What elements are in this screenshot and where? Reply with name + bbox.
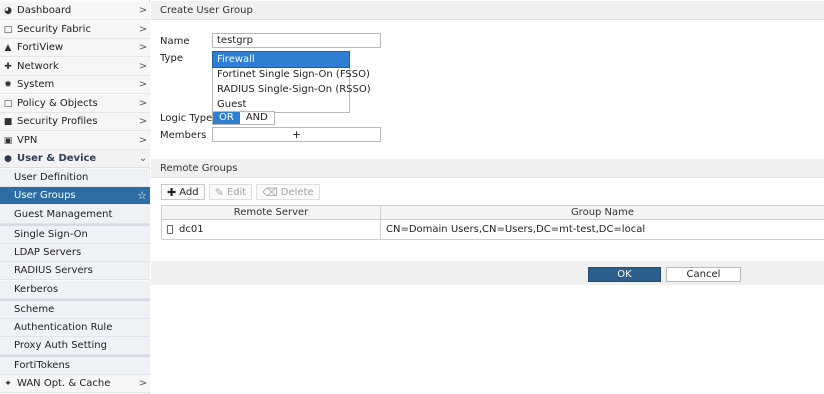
nav-user-groups[interactable]: User Groups ☆ — [0, 187, 150, 205]
chevron-right-icon: > — [138, 42, 148, 53]
monitor-icon: ▣ — [3, 135, 13, 146]
members-label: Members — [160, 130, 207, 141]
type-label: Type — [160, 53, 183, 64]
star-icon[interactable]: ☆ — [134, 189, 150, 202]
nav-fortitokens[interactable]: FortiTokens — [0, 357, 150, 375]
nav-network[interactable]: ✚ Network > — [0, 58, 150, 76]
chart-icon: ▲ — [4, 42, 12, 53]
nav-dashboard[interactable]: ◕ Dashboard > — [0, 2, 150, 20]
logic-type-label: Logic Type — [160, 113, 213, 124]
remote-groups-header: Remote Groups — [151, 159, 824, 178]
lock-icon: ■ — [3, 116, 13, 127]
logic-and-option[interactable]: AND — [239, 112, 274, 124]
chevron-right-icon: > — [138, 24, 148, 35]
remote-groups-toolbar: ✚ Add ✎ Edit ⌫ Delete — [161, 184, 320, 200]
type-option-fsso[interactable]: Fortinet Single Sign-On (FSSO) — [213, 67, 370, 82]
column-header-remote-server[interactable]: Remote Server — [162, 206, 381, 219]
logic-type-toggle: OR AND — [212, 111, 275, 125]
nav-scheme[interactable]: Scheme — [0, 301, 150, 319]
nav-vpn[interactable]: ▣ VPN > — [0, 132, 150, 150]
nav-fortiview[interactable]: ▲ FortiView > — [0, 39, 150, 57]
chevron-right-icon: > — [138, 135, 148, 146]
chevron-right-icon: > — [138, 61, 148, 72]
name-label: Name — [160, 36, 190, 47]
chevron-right-icon: > — [138, 79, 148, 90]
shield-outline-icon: □ — [3, 24, 13, 35]
type-option-guest[interactable]: Guest — [213, 97, 349, 112]
add-button[interactable]: ✚ Add — [161, 184, 205, 200]
nav-authentication-rule[interactable]: Authentication Rule — [0, 319, 150, 337]
nav-ldap-servers[interactable]: LDAP Servers — [0, 244, 150, 262]
nav-proxy-auth-setting[interactable]: Proxy Auth Setting — [0, 337, 150, 355]
nav-system[interactable]: ✹ System > — [0, 76, 150, 94]
column-header-group-name[interactable]: Group Name — [381, 206, 824, 219]
edit-button[interactable]: ✎ Edit — [208, 184, 253, 200]
dashboard-icon: ◕ — [4, 5, 12, 16]
user-icon: ● — [4, 153, 12, 164]
nav-user-device[interactable]: ● User & Device ⌄ — [0, 150, 150, 168]
pencil-icon: ✎ — [214, 185, 224, 199]
nav-guest-management[interactable]: Guest Management — [0, 206, 150, 224]
chevron-right-icon: > — [138, 116, 148, 127]
chevron-right-icon: > — [138, 5, 148, 16]
type-select-list[interactable]: Firewall Fortinet Single Sign-On (FSSO) … — [212, 51, 371, 113]
network-icon: ✚ — [4, 61, 12, 72]
nav-wan-opt-cache[interactable]: ✦ WAN Opt. & Cache > — [0, 375, 150, 393]
nav-single-sign-on[interactable]: Single Sign-On — [0, 226, 150, 244]
ok-button[interactable]: OK — [588, 267, 661, 282]
type-option-rsso[interactable]: RADIUS Single-Sign-On (RSSO) — [213, 82, 371, 97]
remote-groups-table: Remote Server Group Name dc01 CN=Domain … — [161, 205, 824, 240]
chevron-right-icon: > — [138, 378, 148, 389]
remote-server-cell: dc01 — [162, 220, 381, 239]
document-icon: □ — [3, 98, 13, 109]
chevron-right-icon: > — [138, 98, 148, 109]
members-add-field[interactable]: + — [212, 127, 381, 142]
nav-policy-objects[interactable]: □ Policy & Objects > — [0, 95, 150, 113]
main-content: Create User Group Name Type Firewall For… — [151, 0, 824, 394]
nav-security-profiles[interactable]: ■ Security Profiles > — [0, 113, 150, 131]
nav-security-fabric[interactable]: □ Security Fabric > — [0, 21, 150, 39]
name-field[interactable] — [212, 33, 381, 48]
logic-or-option[interactable]: OR — [213, 112, 240, 124]
chevron-down-icon: ⌄ — [138, 153, 148, 164]
type-option-firewall[interactable]: Firewall — [212, 51, 350, 68]
page-title: Create User Group — [151, 1, 824, 20]
nav-user-definition[interactable]: User Definition — [0, 169, 150, 187]
plus-icon: ✚ — [167, 185, 177, 199]
server-icon — [167, 225, 173, 234]
cancel-button[interactable]: Cancel — [666, 267, 741, 282]
nav-radius-servers[interactable]: RADIUS Servers — [0, 262, 150, 280]
bolt-icon: ✦ — [4, 378, 12, 389]
nav-kerberos[interactable]: Kerberos — [0, 281, 150, 299]
trash-icon: ⌫ — [262, 185, 278, 199]
sidebar: ◕ Dashboard > □ Security Fabric > ▲ Fort… — [0, 0, 150, 394]
table-row[interactable]: dc01 CN=Domain Users,CN=Users,DC=mt-test… — [162, 220, 824, 239]
gear-icon: ✹ — [4, 79, 12, 90]
delete-button[interactable]: ⌫ Delete — [256, 184, 320, 200]
table-header: Remote Server Group Name — [162, 206, 824, 220]
group-name-cell: CN=Domain Users,CN=Users,DC=mt-test,DC=l… — [386, 224, 646, 235]
